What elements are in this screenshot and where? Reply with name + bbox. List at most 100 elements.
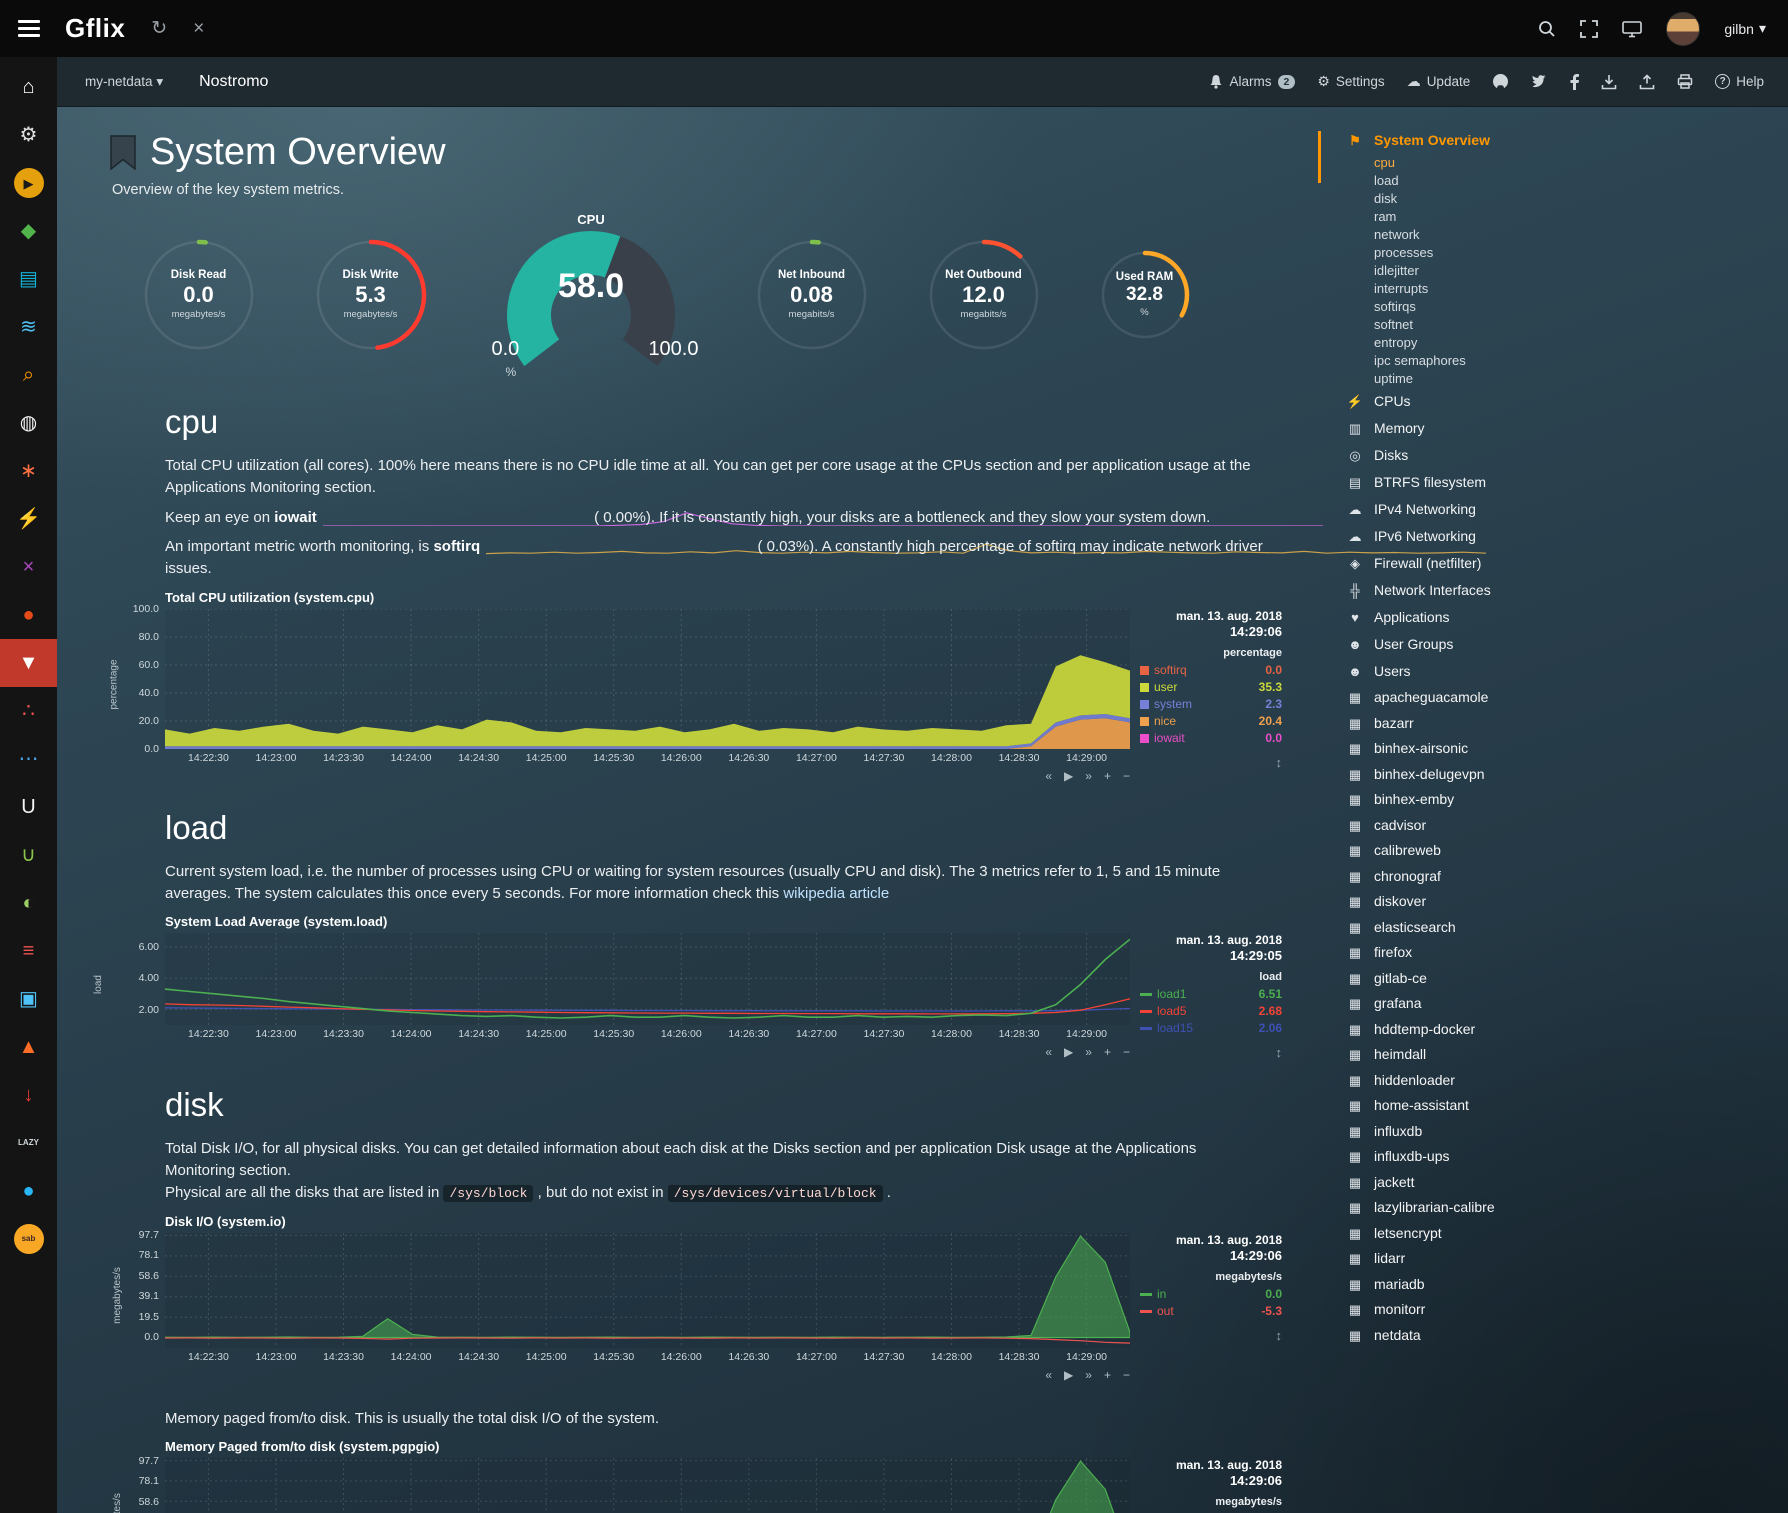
menu-sub-interrupts[interactable]: interrupts <box>1344 280 1788 298</box>
play-button[interactable]: ▶ <box>1064 769 1073 783</box>
menu-item-applications[interactable]: ♥Applications <box>1344 604 1788 631</box>
sidebar-app-unraid[interactable]: U <box>0 783 57 831</box>
menu-app-binhex-emby[interactable]: ▦binhex-emby <box>1344 787 1788 813</box>
menu-app-cadvisor[interactable]: ▦cadvisor <box>1344 813 1788 839</box>
legend-entry-system[interactable]: system2.3 <box>1140 696 1282 713</box>
disk-chart-plot[interactable]: megabytes/s 97.778.158.639.119.50.0 <box>165 1233 1130 1348</box>
sidebar-app-search-app[interactable]: ⌕ <box>0 351 57 399</box>
zoom-in-button[interactable]: + <box>1104 1368 1111 1382</box>
legend-entry-in[interactable]: in0.0 <box>1140 1286 1282 1303</box>
menu-app-mariadb[interactable]: ▦mariadb <box>1344 1272 1788 1298</box>
menu-item-firewall-netfilter-[interactable]: ◈Firewall (netfilter) <box>1344 550 1788 577</box>
menu-item-user-groups[interactable]: ☻User Groups <box>1344 631 1788 658</box>
sidebar-app-duplicati[interactable]: ◐ <box>0 879 57 927</box>
pan-left-button[interactable]: « <box>1045 1368 1052 1382</box>
menu-app-home-assistant[interactable]: ▦home-assistant <box>1344 1093 1788 1119</box>
sidebar-app-gitlab[interactable]: ▲ <box>0 1023 57 1071</box>
load-chart-plot[interactable]: load 6.004.002.00 <box>165 933 1130 1025</box>
menu-app-lazylibrarian-calibre[interactable]: ▦lazylibrarian-calibre <box>1344 1195 1788 1221</box>
play-button[interactable]: ▶ <box>1064 1368 1073 1382</box>
menu-icon[interactable] <box>0 20 57 37</box>
gauge-net-outbound[interactable]: Net Outbound12.0megabits/s <box>925 236 1043 354</box>
menu-item-network-interfaces[interactable]: ╬Network Interfaces <box>1344 577 1788 604</box>
legend-entry-load15[interactable]: load152.06 <box>1140 1020 1282 1037</box>
menu-sub-ram[interactable]: ram <box>1344 208 1788 226</box>
sidebar-app-netdata[interactable]: ▼ <box>0 639 57 687</box>
menu-item-cpus[interactable]: ⚡CPUs <box>1344 388 1788 415</box>
legend-entry-softirq[interactable]: softirq0.0 <box>1140 662 1282 679</box>
zoom-in-button[interactable]: + <box>1104 1045 1111 1059</box>
sidebar-app-plex[interactable]: ▶ <box>0 159 57 207</box>
menu-sub-load[interactable]: load <box>1344 172 1788 190</box>
sidebar-app-grafana[interactable]: ∴ <box>0 687 57 735</box>
upload-icon[interactable] <box>1639 74 1655 90</box>
iowait-sparkline[interactable] <box>323 510 588 526</box>
legend-entry-load5[interactable]: load52.68 <box>1140 1003 1282 1020</box>
refresh-icon[interactable]: ↻ <box>151 17 167 40</box>
sidebar-app-jackett[interactable]: ◍ <box>0 399 57 447</box>
menu-item-users[interactable]: ☻Users <box>1344 658 1788 685</box>
search-icon[interactable] <box>1538 20 1556 38</box>
print-icon[interactable] <box>1677 74 1693 89</box>
sidebar-app-sabnzbd[interactable]: sab <box>0 1215 57 1263</box>
fullscreen-icon[interactable] <box>1580 20 1598 38</box>
menu-app-gitlab-ce[interactable]: ▦gitlab-ce <box>1344 966 1788 992</box>
pgpgio-chart-canvas[interactable] <box>165 1458 1130 1513</box>
resize-handle[interactable]: ↕ <box>1276 1328 1283 1343</box>
avatar[interactable] <box>1666 12 1700 46</box>
menu-app-monitorr[interactable]: ▦monitorr <box>1344 1297 1788 1323</box>
menu-app-calibreweb[interactable]: ▦calibreweb <box>1344 838 1788 864</box>
cpu-chart-plot[interactable]: percentage 100.080.060.040.020.00.0 <box>165 609 1130 749</box>
server-dropdown[interactable]: my-netdata ▾ <box>85 74 163 90</box>
sidebar-app-airsonic[interactable]: ≋ <box>0 303 57 351</box>
menu-app-firefox[interactable]: ▦firefox <box>1344 940 1788 966</box>
twitter-icon[interactable] <box>1531 74 1548 89</box>
menu-app-jackett[interactable]: ▦jackett <box>1344 1170 1788 1196</box>
gauge-disk-read[interactable]: Disk Read0.0megabytes/s <box>140 236 258 354</box>
menu-item-memory[interactable]: ▥Memory <box>1344 415 1788 442</box>
wikipedia-link[interactable]: wikipedia article <box>783 885 889 902</box>
alarms-button[interactable]: Alarms 2 <box>1209 74 1295 89</box>
sidebar-app-nextcloud[interactable]: ⋯ <box>0 735 57 783</box>
monitor-icon[interactable] <box>1622 20 1642 38</box>
menu-sub-softnet[interactable]: softnet <box>1344 316 1788 334</box>
menu-app-influxdb-ups[interactable]: ▦influxdb-ups <box>1344 1144 1788 1170</box>
server-name[interactable]: Nostromo <box>199 73 268 91</box>
sidebar-app-home[interactable]: ⌂ <box>0 63 57 111</box>
help-button[interactable]: ?Help <box>1715 74 1764 89</box>
sidebar-app-water-drop[interactable]: ● <box>0 1167 57 1215</box>
menu-app-hiddenloader[interactable]: ▦hiddenloader <box>1344 1068 1788 1094</box>
sidebar-app-settings[interactable]: ⚙ <box>0 111 57 159</box>
legend-entry-out[interactable]: out-5.3 <box>1140 1303 1282 1320</box>
sidebar-app-hddtemp[interactable]: ≡ <box>0 927 57 975</box>
menu-sub-uptime[interactable]: uptime <box>1344 370 1788 388</box>
menu-app-binhex-airsonic[interactable]: ▦binhex-airsonic <box>1344 736 1788 762</box>
play-button[interactable]: ▶ <box>1064 1045 1073 1059</box>
menu-sub-softirqs[interactable]: softirqs <box>1344 298 1788 316</box>
legend-entry-load1[interactable]: load16.51 <box>1140 986 1282 1003</box>
resize-handle[interactable]: ↕ <box>1276 1045 1283 1060</box>
pan-right-button[interactable]: » <box>1085 1368 1092 1382</box>
sidebar-app-cadvisor[interactable]: ⚡ <box>0 495 57 543</box>
menu-sub-entropy[interactable]: entropy <box>1344 334 1788 352</box>
menu-app-influxdb[interactable]: ▦influxdb <box>1344 1119 1788 1145</box>
menu-sub-ipc-semaphores[interactable]: ipc semaphores <box>1344 352 1788 370</box>
sidebar-app-lazylibrarian[interactable]: LAZY <box>0 1119 57 1167</box>
menu-sub-disk[interactable]: disk <box>1344 190 1788 208</box>
menu-item-ipv4-networking[interactable]: ☁IPv4 Networking <box>1344 496 1788 523</box>
pan-left-button[interactable]: « <box>1045 769 1052 783</box>
legend-entry-iowait[interactable]: iowait0.0 <box>1140 730 1282 747</box>
sidebar-app-ubooquity[interactable]: ● <box>0 591 57 639</box>
github-icon[interactable] <box>1492 73 1509 90</box>
gauge-cpu[interactable]: CPU58.00.0100.0% <box>484 212 699 377</box>
resize-handle[interactable]: ↕ <box>1276 755 1283 770</box>
disk-chart-canvas[interactable] <box>165 1233 1130 1348</box>
sidebar-app-chronograf[interactable]: × <box>0 543 57 591</box>
download-icon[interactable] <box>1601 74 1617 90</box>
pan-right-button[interactable]: » <box>1085 769 1092 783</box>
menu-app-grafana[interactable]: ▦grafana <box>1344 991 1788 1017</box>
softirq-sparkline[interactable] <box>486 539 751 555</box>
sidebar-app-portainer[interactable]: ▤ <box>0 255 57 303</box>
menu-sub-cpu[interactable]: cpu <box>1344 154 1788 172</box>
menu-app-letsencrypt[interactable]: ▦letsencrypt <box>1344 1221 1788 1247</box>
